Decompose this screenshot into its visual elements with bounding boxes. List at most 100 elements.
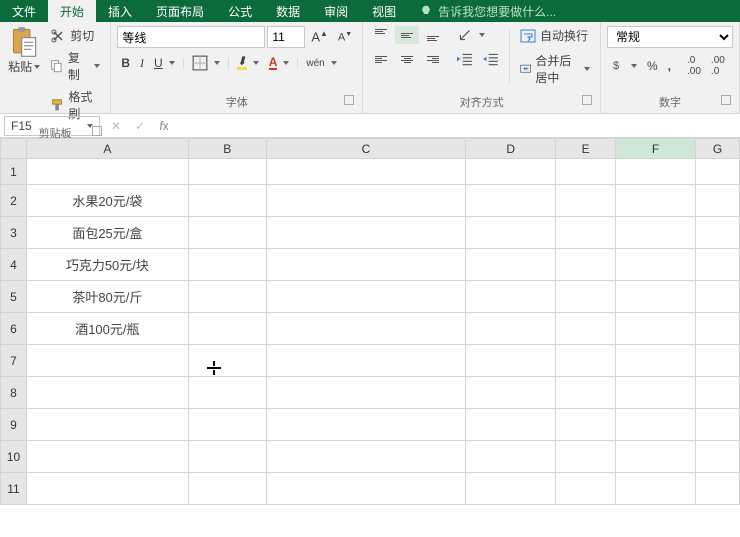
cell-C5[interactable]: [266, 281, 466, 313]
cell-E9[interactable]: [556, 409, 616, 441]
font-color-button[interactable]: A: [265, 55, 294, 71]
cancel-button[interactable]: ✕: [104, 119, 128, 133]
tab-page-layout[interactable]: 页面布局: [144, 0, 216, 22]
cell-D4[interactable]: [466, 249, 556, 281]
cell-F8[interactable]: [616, 377, 696, 409]
cell-E11[interactable]: [556, 473, 616, 505]
tab-view[interactable]: 视图: [360, 0, 408, 22]
formula-input[interactable]: [176, 115, 740, 137]
cell-D7[interactable]: [466, 345, 556, 377]
cell-E10[interactable]: [556, 441, 616, 473]
cell-G1[interactable]: [696, 159, 740, 185]
cell-G2[interactable]: [696, 185, 740, 217]
percent-button[interactable]: %: [643, 58, 662, 74]
cell-A2[interactable]: 水果20元/袋: [26, 185, 188, 217]
cell-G3[interactable]: [696, 217, 740, 249]
cell-C2[interactable]: [266, 185, 466, 217]
cell-D3[interactable]: [466, 217, 556, 249]
cell-A6[interactable]: 酒100元/瓶: [26, 313, 188, 345]
row-header-7[interactable]: 7: [1, 345, 27, 377]
cell-D9[interactable]: [466, 409, 556, 441]
fx-button[interactable]: fx: [152, 119, 176, 133]
cell-G5[interactable]: [696, 281, 740, 313]
cell-C3[interactable]: [266, 217, 466, 249]
row-header-8[interactable]: 8: [1, 377, 27, 409]
cell-G7[interactable]: [696, 345, 740, 377]
increase-font-button[interactable]: A▲: [307, 28, 332, 45]
cell-B5[interactable]: [188, 281, 266, 313]
clipboard-dialog-icon[interactable]: [92, 126, 102, 136]
font-dialog-icon[interactable]: [344, 95, 354, 105]
cell-F7[interactable]: [616, 345, 696, 377]
col-header-E[interactable]: E: [556, 139, 616, 159]
orientation-button[interactable]: [453, 26, 489, 44]
cell-B7[interactable]: [188, 345, 266, 377]
cell-E2[interactable]: [556, 185, 616, 217]
row-header-3[interactable]: 3: [1, 217, 27, 249]
tab-data[interactable]: 数据: [264, 0, 312, 22]
merge-center-button[interactable]: 合并后居中: [516, 51, 594, 87]
cell-G6[interactable]: [696, 313, 740, 345]
cell-B3[interactable]: [188, 217, 266, 249]
cell-C7[interactable]: [266, 345, 466, 377]
col-header-B[interactable]: B: [188, 139, 266, 159]
cell-G10[interactable]: [696, 441, 740, 473]
borders-button[interactable]: [188, 54, 224, 72]
cell-E4[interactable]: [556, 249, 616, 281]
cell-B6[interactable]: [188, 313, 266, 345]
cell-F9[interactable]: [616, 409, 696, 441]
tell-me-search[interactable]: 告诉我您想要做什么...: [408, 0, 566, 22]
tab-home[interactable]: 开始: [48, 0, 96, 22]
decrease-indent-button[interactable]: [453, 50, 477, 68]
number-format-combo[interactable]: 常规: [607, 26, 733, 48]
cell-B10[interactable]: [188, 441, 266, 473]
row-header-5[interactable]: 5: [1, 281, 27, 313]
cell-E8[interactable]: [556, 377, 616, 409]
font-size-combo[interactable]: [267, 26, 305, 48]
cell-C6[interactable]: [266, 313, 466, 345]
align-top-button[interactable]: [369, 26, 393, 44]
col-header-F[interactable]: F: [616, 139, 696, 159]
cell-F2[interactable]: [616, 185, 696, 217]
cell-A8[interactable]: [26, 377, 188, 409]
cell-F1[interactable]: [616, 159, 696, 185]
cell-F6[interactable]: [616, 313, 696, 345]
cell-D1[interactable]: [466, 159, 556, 185]
align-center-button[interactable]: [395, 50, 419, 68]
cell-B2[interactable]: [188, 185, 266, 217]
row-header-4[interactable]: 4: [1, 249, 27, 281]
cell-B1[interactable]: [188, 159, 266, 185]
row-header-10[interactable]: 10: [1, 441, 27, 473]
cell-F10[interactable]: [616, 441, 696, 473]
cell-A1[interactable]: [26, 159, 188, 185]
row-header-11[interactable]: 11: [1, 473, 27, 505]
cell-E5[interactable]: [556, 281, 616, 313]
cell-E7[interactable]: [556, 345, 616, 377]
align-bottom-button[interactable]: [421, 26, 445, 44]
italic-button[interactable]: I: [136, 55, 148, 72]
number-dialog-icon[interactable]: [721, 95, 731, 105]
cell-D5[interactable]: [466, 281, 556, 313]
phonetic-button[interactable]: wén: [302, 57, 340, 70]
cell-C9[interactable]: [266, 409, 466, 441]
cell-B4[interactable]: [188, 249, 266, 281]
col-header-C[interactable]: C: [266, 139, 466, 159]
row-header-6[interactable]: 6: [1, 313, 27, 345]
cell-A7[interactable]: [26, 345, 188, 377]
underline-button[interactable]: U: [150, 55, 179, 71]
alignment-dialog-icon[interactable]: [582, 95, 592, 105]
cell-A4[interactable]: 巧克力50元/块: [26, 249, 188, 281]
cell-E6[interactable]: [556, 313, 616, 345]
cell-C11[interactable]: [266, 473, 466, 505]
cell-G8[interactable]: [696, 377, 740, 409]
worksheet-grid[interactable]: ABCDEFG12水果20元/袋3面包25元/盒4巧克力50元/块5茶叶80元/…: [0, 138, 740, 505]
cell-C8[interactable]: [266, 377, 466, 409]
cut-button[interactable]: 剪切: [46, 26, 104, 45]
cell-G4[interactable]: [696, 249, 740, 281]
cell-C10[interactable]: [266, 441, 466, 473]
increase-decimal-button[interactable]: .0.00: [683, 54, 705, 78]
cell-D8[interactable]: [466, 377, 556, 409]
fill-color-button[interactable]: ⬇: [233, 55, 263, 71]
increase-indent-button[interactable]: [479, 50, 503, 68]
select-all-corner[interactable]: [1, 139, 27, 159]
